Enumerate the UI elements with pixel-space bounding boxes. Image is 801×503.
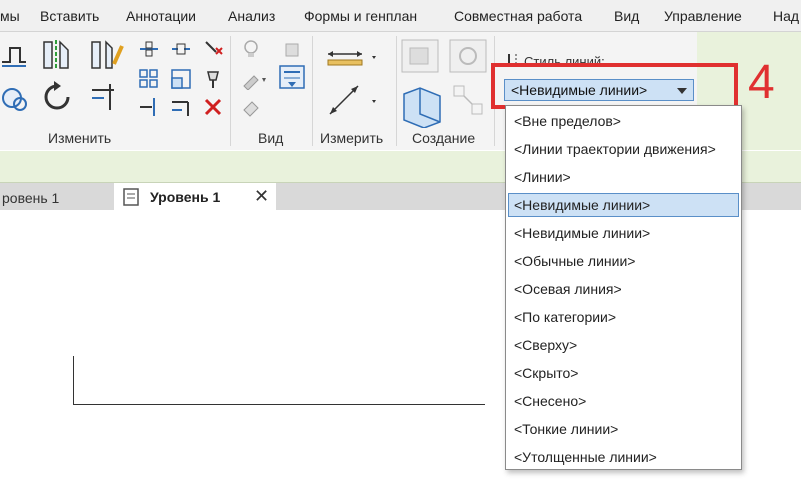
drawn-line-horizontal[interactable] bbox=[73, 404, 485, 405]
array-icon[interactable] bbox=[138, 68, 160, 90]
view-cube-icon[interactable] bbox=[280, 38, 304, 60]
line-style-dropdown: <Вне пределов> <Линии траектории движени… bbox=[505, 105, 742, 470]
tab-label: ровень 1 bbox=[2, 190, 60, 206]
panel-label-view: Вид bbox=[258, 130, 284, 146]
dropdown-option[interactable]: <Линии> bbox=[508, 165, 739, 189]
menu-item-manage[interactable]: Управление bbox=[664, 8, 742, 24]
menu-item-collaborate[interactable]: Совместная работа bbox=[454, 8, 582, 24]
pin-icon[interactable] bbox=[202, 68, 224, 90]
dropdown-option[interactable]: <Тонкие линии> bbox=[508, 417, 739, 441]
bulb-icon[interactable] bbox=[240, 38, 262, 60]
mirror-draw-axis-icon[interactable] bbox=[88, 38, 124, 72]
tab-label: Уровень 1 bbox=[150, 189, 221, 205]
create-parts-icon[interactable] bbox=[400, 84, 444, 128]
split-element-icon[interactable] bbox=[138, 38, 160, 60]
paint-brush-icon[interactable] bbox=[240, 68, 270, 90]
dropdown-option[interactable]: <Линии траектории движения> bbox=[508, 137, 739, 161]
floor-plan-icon bbox=[123, 188, 139, 206]
drawn-line-vertical[interactable] bbox=[73, 356, 74, 405]
aligned-dimension-icon[interactable] bbox=[322, 80, 378, 120]
menu-item-massing-site[interactable]: Формы и генплан bbox=[304, 8, 417, 24]
menu-item-analyze[interactable]: Анализ bbox=[228, 8, 275, 24]
trim-single-icon[interactable] bbox=[170, 96, 192, 118]
step-number: 4 bbox=[748, 56, 775, 109]
line-weight-icon[interactable] bbox=[278, 64, 306, 92]
panel-label-measure: Измерить bbox=[320, 130, 384, 146]
tab-level-1-active[interactable]: Уровень 1 ✕ bbox=[114, 183, 276, 210]
create-group-icon[interactable] bbox=[400, 38, 440, 74]
menu-item-architecture[interactable]: мы bbox=[0, 8, 20, 24]
dropdown-option[interactable]: <Обычные линии> bbox=[508, 249, 739, 273]
split-with-gap-icon[interactable] bbox=[170, 38, 192, 60]
dropdown-option[interactable]: <Вне пределов> bbox=[508, 109, 739, 133]
panel-label-modify: Изменить bbox=[48, 130, 112, 146]
align-icon[interactable] bbox=[0, 40, 28, 68]
trim-multiple-icon[interactable] bbox=[138, 96, 160, 118]
panel-separator bbox=[396, 36, 397, 146]
dropdown-option[interactable]: <Скрыто> bbox=[508, 361, 739, 385]
measure-distance-icon[interactable] bbox=[322, 46, 378, 70]
similar-elements-icon[interactable] bbox=[450, 82, 490, 122]
panel-separator bbox=[312, 36, 313, 146]
panel-separator bbox=[230, 36, 231, 146]
scale-icon[interactable] bbox=[170, 68, 192, 90]
eraser-icon[interactable] bbox=[240, 96, 262, 118]
offset-icon[interactable] bbox=[0, 82, 30, 112]
dropdown-option[interactable]: <По категории> bbox=[508, 305, 739, 329]
menu-item-annotate[interactable]: Аннотации bbox=[126, 8, 196, 24]
trim-extend-icon[interactable] bbox=[88, 80, 122, 114]
dropdown-option-selected[interactable]: <Невидимые линии> bbox=[508, 193, 739, 217]
dropdown-option[interactable]: <Осевая линия> bbox=[508, 277, 739, 301]
unpin-icon[interactable] bbox=[202, 38, 224, 60]
menu-item-addins[interactable]: Над bbox=[773, 8, 799, 24]
tab-level-1-inactive[interactable]: ровень 1 bbox=[0, 183, 112, 210]
menu-bar: мы Вставить Аннотации Анализ Формы и ген… bbox=[0, 0, 801, 32]
dropdown-option[interactable]: <Сверху> bbox=[508, 333, 739, 357]
highlight-frame bbox=[491, 63, 738, 109]
delete-icon[interactable] bbox=[202, 96, 224, 118]
mirror-axis-icon[interactable] bbox=[40, 38, 74, 72]
dropdown-option[interactable]: <Утолщенные линии> bbox=[508, 445, 739, 469]
panel-label-create: Создание bbox=[412, 130, 476, 146]
rotate-icon[interactable] bbox=[40, 80, 74, 114]
create-component-icon[interactable] bbox=[448, 38, 492, 74]
menu-item-insert[interactable]: Вставить bbox=[40, 8, 99, 24]
dropdown-option[interactable]: <Снесено> bbox=[508, 389, 739, 413]
dropdown-option[interactable]: <Невидимые линии> bbox=[508, 221, 739, 245]
close-icon[interactable]: ✕ bbox=[254, 187, 269, 205]
menu-item-view[interactable]: Вид bbox=[614, 8, 639, 24]
